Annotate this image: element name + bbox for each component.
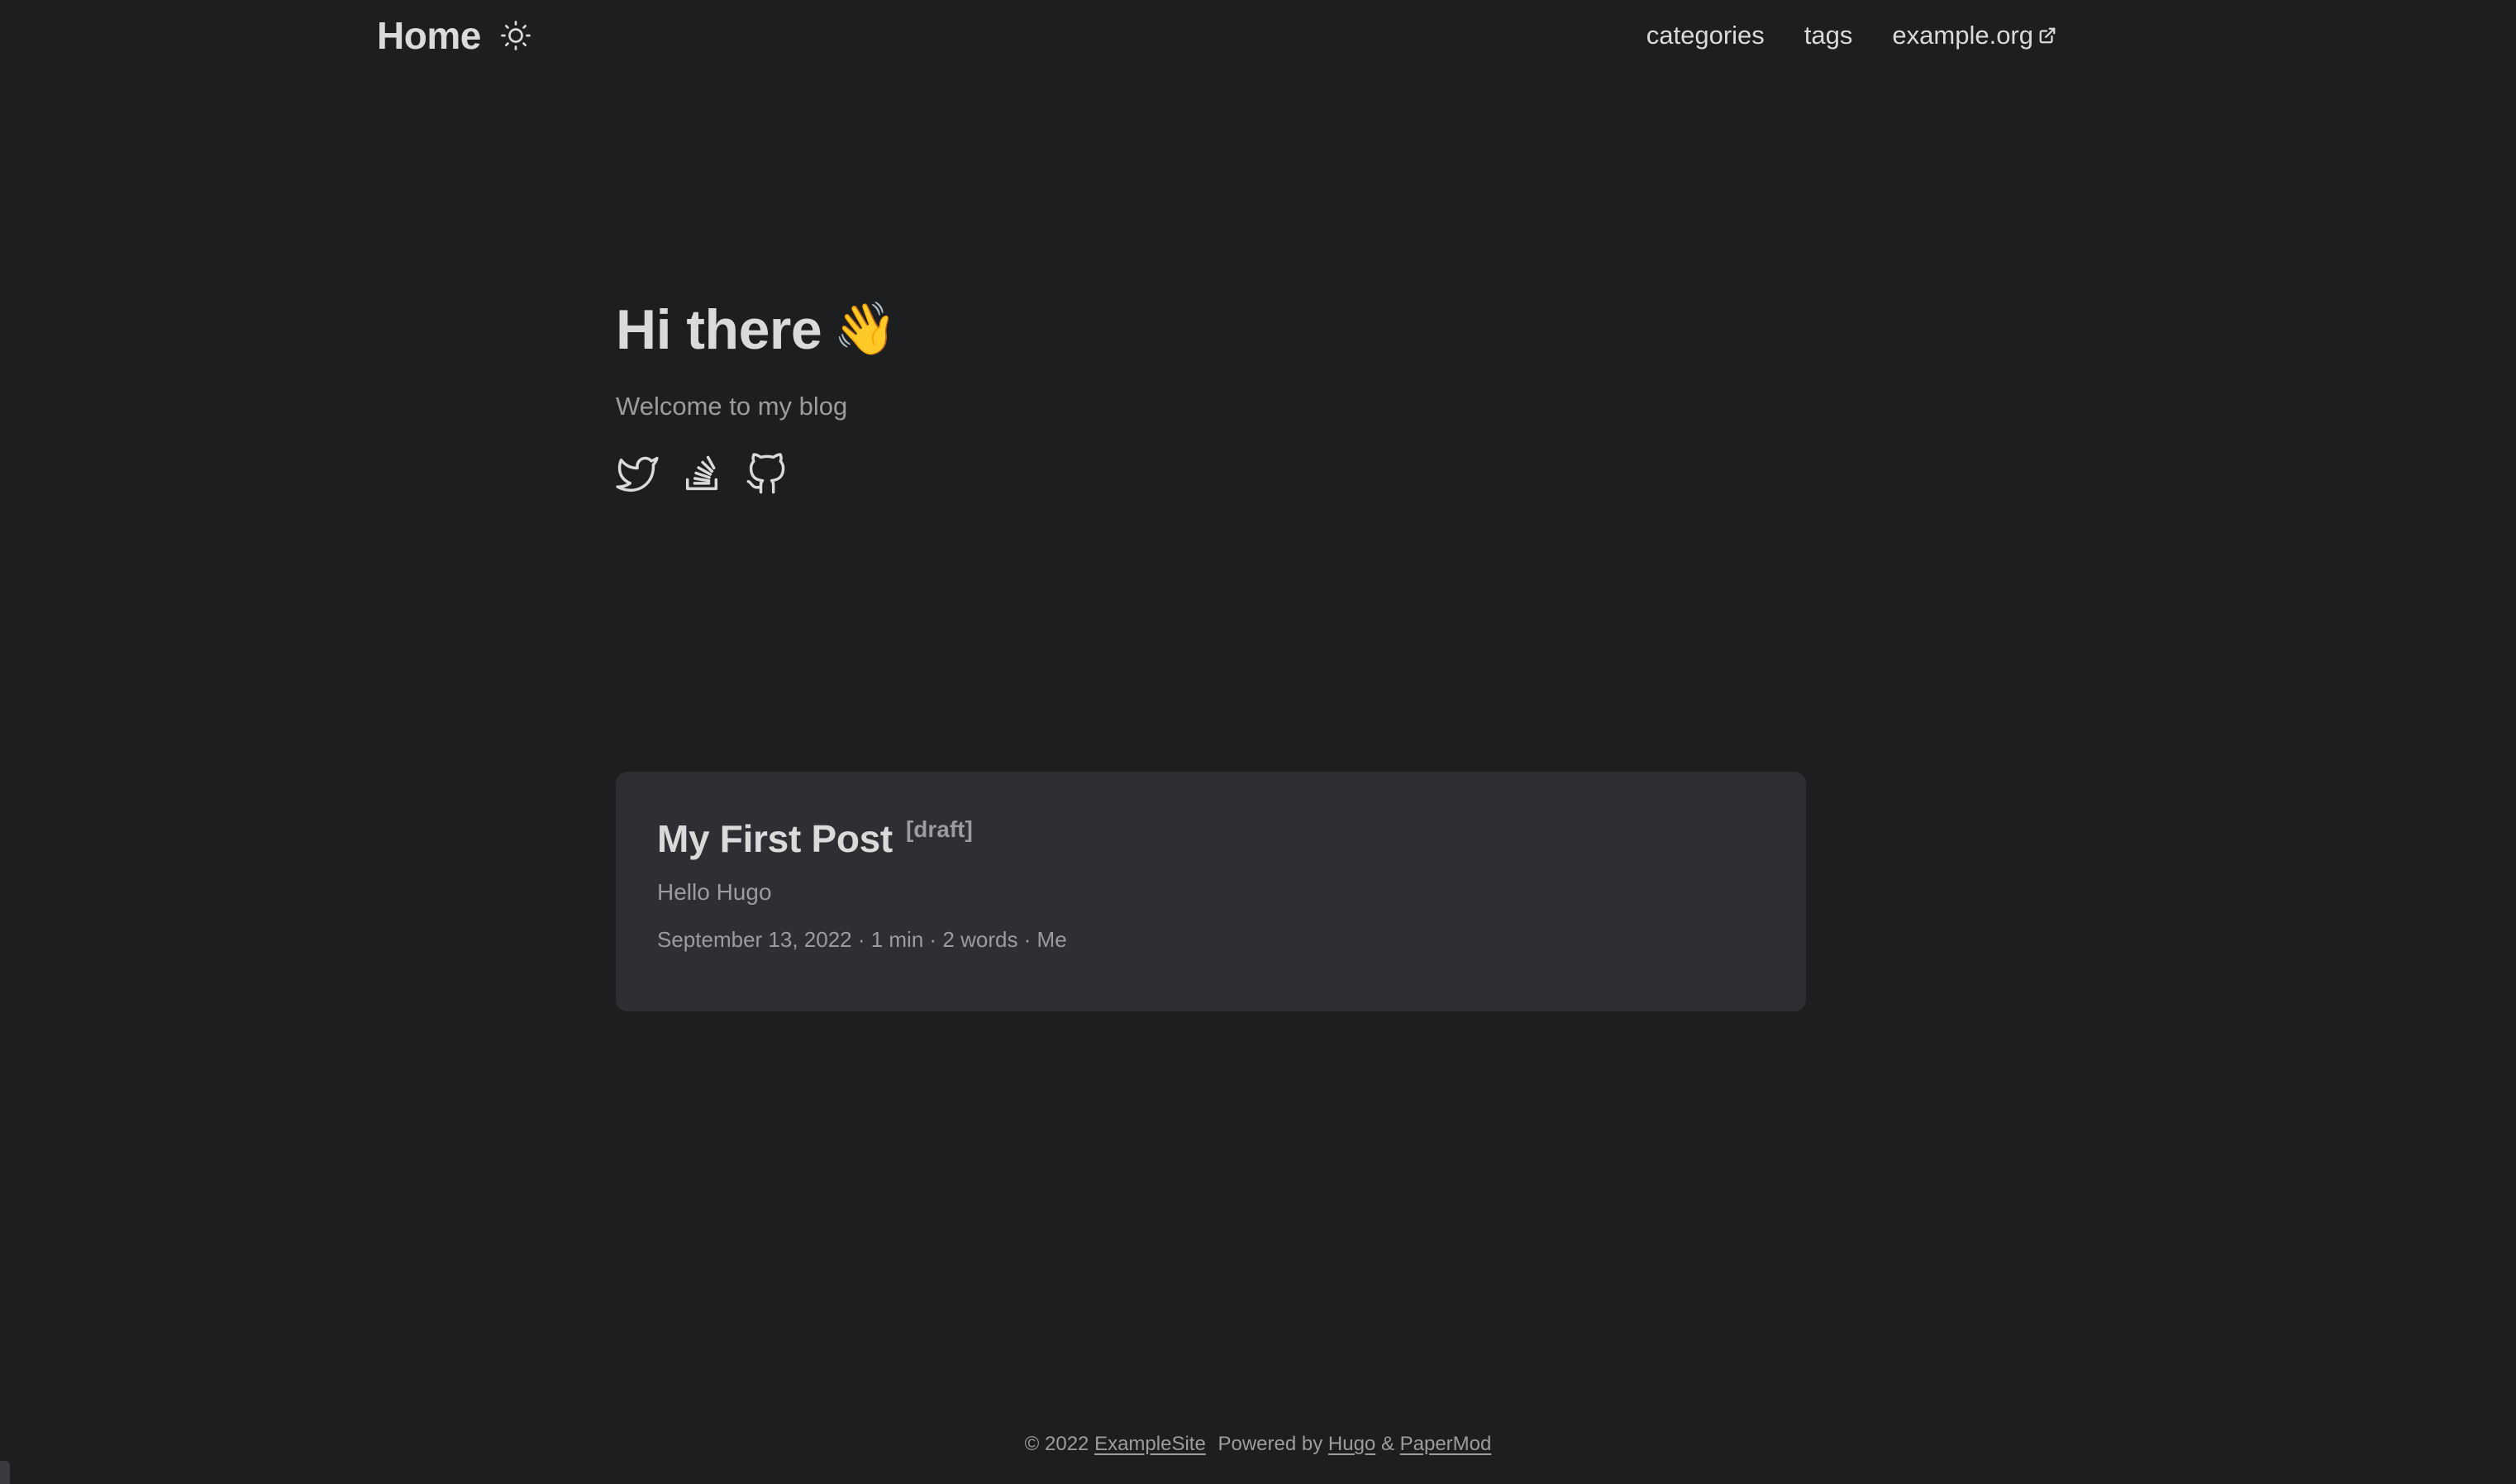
draft-badge: [draft]	[905, 816, 973, 842]
post-meta: September 13, 2022 · 1 min · 2 words · M…	[657, 927, 1067, 952]
home-logo-link[interactable]: Home	[377, 13, 481, 58]
external-link-icon	[2039, 27, 2056, 44]
home-info: Hi there 👋 Welcome to my blog	[616, 297, 897, 496]
github-link[interactable]	[745, 453, 788, 496]
waving-hand-emoji: 👋	[833, 301, 897, 358]
github-icon	[746, 453, 785, 494]
nav-item-example-org[interactable]: example.org	[1892, 21, 2056, 50]
post-title-text: My First Post	[657, 817, 893, 860]
copyright-text: © 2022	[1024, 1433, 1089, 1455]
theme-toggle-button[interactable]	[499, 19, 532, 52]
site-name-link[interactable]: ExampleSite	[1094, 1433, 1206, 1455]
twitter-link[interactable]	[616, 453, 659, 496]
nav-item-label: example.org	[1892, 21, 2033, 50]
papermod-link[interactable]: PaperMod	[1400, 1433, 1492, 1455]
ampersand-text: &	[1380, 1433, 1394, 1455]
nav-item-label: categories	[1646, 21, 1765, 50]
powered-by-text: Powered by	[1217, 1433, 1323, 1455]
post-summary: Hello Hugo	[657, 879, 772, 905]
nav-item-label: tags	[1804, 21, 1853, 50]
sun-icon	[500, 21, 531, 50]
post-title: My First Post [draft]	[657, 816, 1765, 861]
main-nav: categories tags example.org	[1646, 21, 2056, 50]
page-title: Hi there 👋	[616, 297, 897, 362]
hugo-link[interactable]: Hugo	[1328, 1433, 1375, 1455]
nav-item-tags[interactable]: tags	[1804, 21, 1853, 50]
twitter-icon	[616, 456, 659, 492]
stackoverflow-link[interactable]	[680, 453, 723, 496]
site-footer: © 2022 ExampleSite Powered by Hugo & Pap…	[0, 1433, 2516, 1456]
corner-tab	[0, 1461, 10, 1484]
logo-switches: Home	[377, 13, 532, 58]
page-subtitle: Welcome to my blog	[616, 392, 848, 421]
title-text: Hi there	[616, 298, 822, 361]
nav-item-categories[interactable]: categories	[1646, 21, 1765, 50]
post-entry[interactable]: My First Post [draft] Hello Hugo Septemb…	[616, 772, 1806, 1011]
social-icons	[616, 453, 897, 496]
stackoverflow-icon	[685, 455, 718, 491]
site-header: Home categories tags example.org	[377, 0, 2056, 71]
